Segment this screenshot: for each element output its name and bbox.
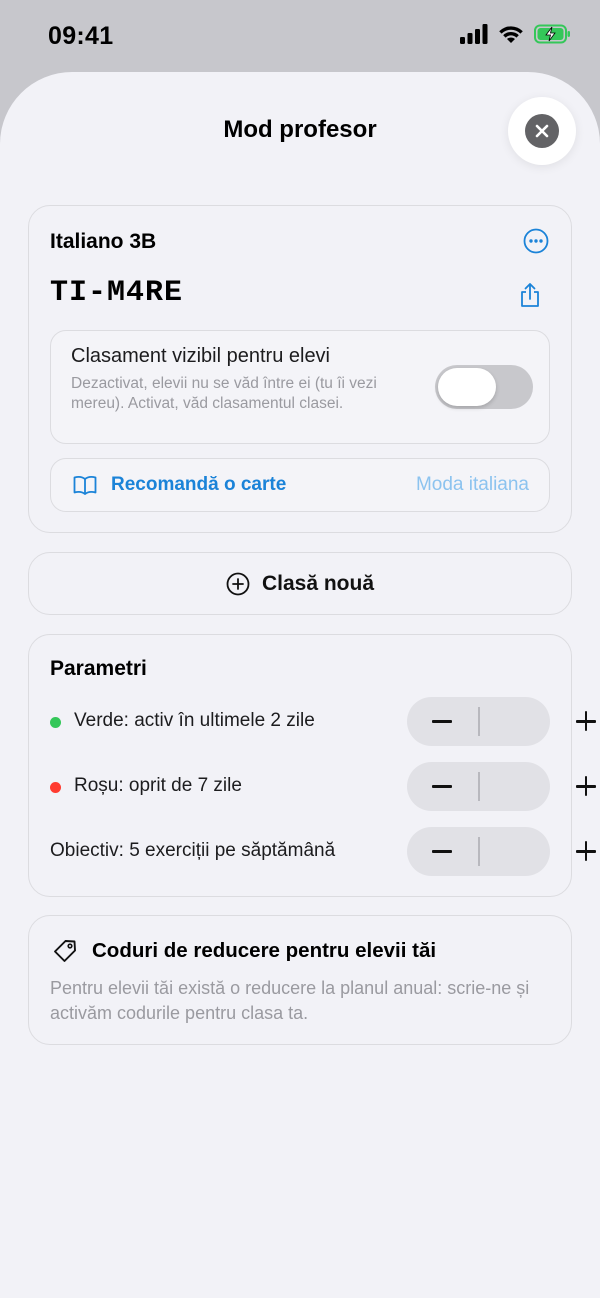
wifi-icon bbox=[499, 26, 523, 43]
share-icon[interactable] bbox=[519, 282, 541, 308]
ellipsis-circle-icon[interactable] bbox=[523, 228, 549, 254]
discount-codes-card[interactable]: Coduri de reducere pentru elevii tăi Pen… bbox=[28, 915, 572, 1045]
leaderboard-toggle[interactable] bbox=[435, 365, 533, 409]
recommend-book-row[interactable]: Recomandă o carte Moda italiana bbox=[50, 458, 550, 512]
minus-icon bbox=[432, 785, 452, 788]
status-time: 09:41 bbox=[48, 22, 114, 50]
new-class-button[interactable]: Clasă nouă bbox=[28, 552, 572, 615]
increment-button[interactable] bbox=[479, 827, 596, 876]
cellular-signal-icon bbox=[460, 24, 488, 44]
new-class-label: Clasă nouă bbox=[261, 571, 375, 595]
status-bar: 09:41 bbox=[0, 0, 600, 72]
param-label-green: Verde: activ în ultimele 2 zile bbox=[74, 710, 315, 731]
leaderboard-title: Clasament vizibil pentru elevi bbox=[71, 345, 331, 367]
tag-icon bbox=[54, 940, 76, 962]
recommended-book-value: Moda italiana bbox=[415, 474, 529, 495]
decrement-button[interactable] bbox=[407, 697, 478, 746]
parameters-title: Parametri bbox=[50, 657, 147, 680]
close-icon bbox=[525, 114, 559, 148]
discount-title: Coduri de reducere pentru elevii tăi bbox=[92, 939, 437, 962]
red-status-dot bbox=[50, 782, 61, 793]
increment-button[interactable] bbox=[479, 697, 596, 746]
weekly-goal-stepper bbox=[407, 827, 596, 876]
teacher-mode-sheet: Mod profesor Italiano 3B TI-M4RE Clasame… bbox=[0, 72, 600, 1298]
recommend-book-label: Recomandă o carte bbox=[111, 474, 287, 495]
minus-icon bbox=[432, 720, 452, 723]
param-row-green: Verde: activ în ultimele 2 zile bbox=[50, 697, 596, 747]
param-label-goal: Obiectiv: 5 exerciții pe săptămână bbox=[50, 840, 336, 861]
status-icons bbox=[460, 24, 572, 44]
green-status-dot bbox=[50, 717, 61, 728]
decrement-button[interactable] bbox=[407, 762, 478, 811]
decrement-button[interactable] bbox=[407, 827, 478, 876]
book-icon bbox=[73, 475, 97, 495]
minus-icon bbox=[432, 850, 452, 853]
class-name: Italiano 3B bbox=[50, 230, 157, 253]
leaderboard-description: Dezactivat, elevii nu se văd între ei (t… bbox=[71, 375, 377, 412]
param-row-red: Roșu: oprit de 7 zile bbox=[50, 762, 596, 812]
red-days-stepper bbox=[407, 762, 596, 811]
parameters-card: Parametri Verde: activ în ultimele 2 zil… bbox=[28, 634, 596, 897]
class-card: Italiano 3B TI-M4RE Clasament vizibil pe… bbox=[28, 205, 572, 533]
leaderboard-visibility-setting: Clasament vizibil pentru elevi Dezactiva… bbox=[50, 330, 550, 444]
increment-button[interactable] bbox=[479, 762, 596, 811]
green-days-stepper bbox=[407, 697, 596, 746]
close-button[interactable] bbox=[508, 97, 576, 165]
toggle-knob bbox=[438, 368, 496, 406]
discount-description: Pentru elevii tăi există o reducere la p… bbox=[50, 978, 530, 1023]
class-code: TI-M4RE bbox=[50, 276, 184, 310]
param-row-goal: Obiectiv: 5 exerciții pe săptămână bbox=[50, 827, 596, 877]
battery-charging-icon bbox=[534, 24, 570, 44]
plus-circle-icon bbox=[226, 572, 250, 595]
param-label-red: Roșu: oprit de 7 zile bbox=[74, 775, 242, 796]
